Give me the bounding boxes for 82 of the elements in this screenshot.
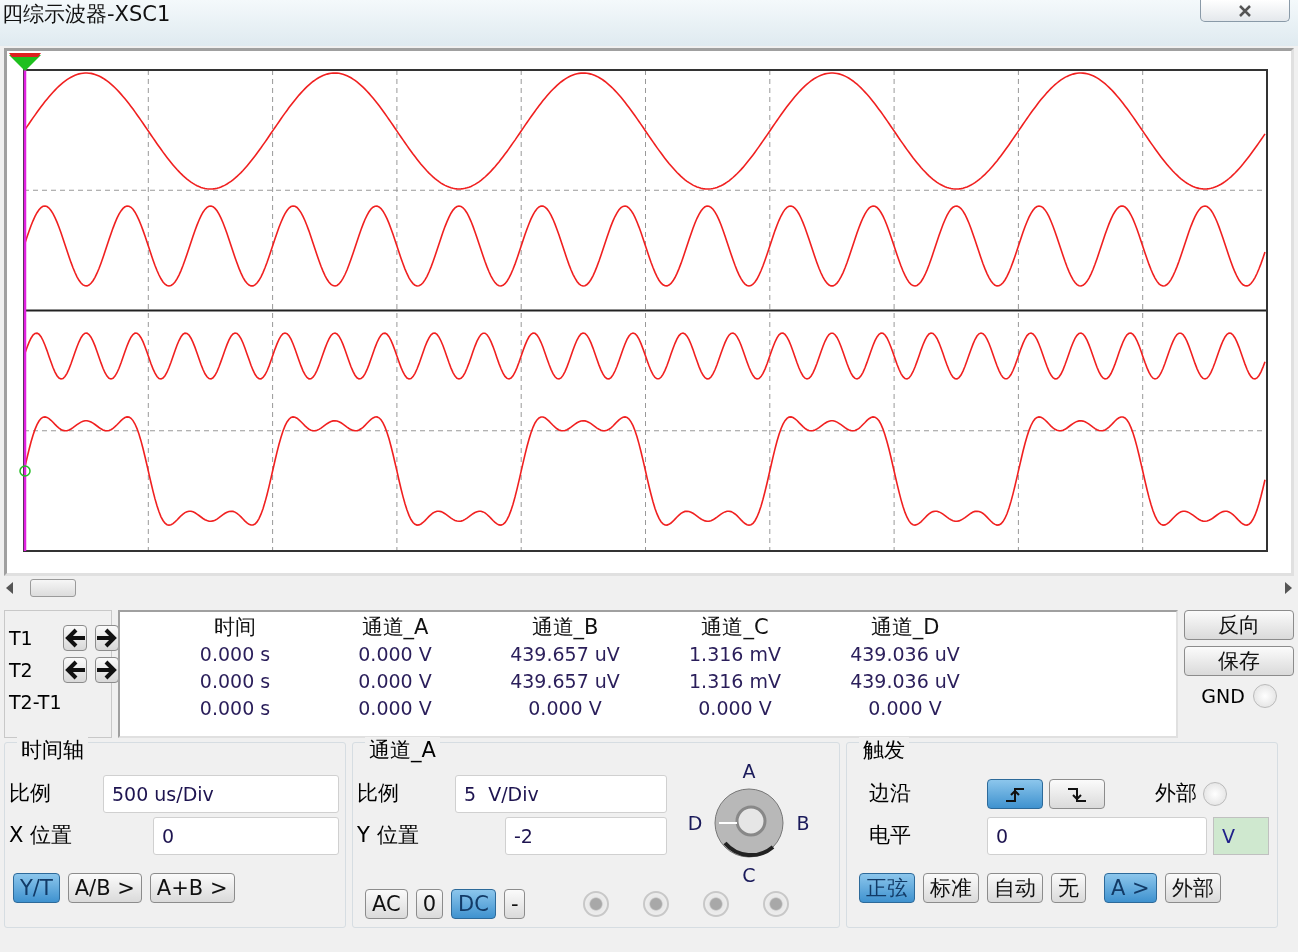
- group-title: 通道_A: [365, 737, 440, 763]
- field-label: 比例: [9, 780, 52, 808]
- channel-selector-knob[interactable]: [713, 787, 785, 859]
- table-cell-text: 0.000 V: [357, 642, 433, 667]
- external-label: 外部: [1155, 780, 1197, 808]
- mode-button[interactable]: 自动: [987, 873, 1043, 903]
- cursor-left-button[interactable]: [62, 657, 87, 683]
- mode-button[interactable]: Y/T: [13, 873, 60, 903]
- column-header: 通道_C: [700, 614, 770, 641]
- scale-field[interactable]: 5 V/Div: [455, 775, 667, 813]
- scroll-right-icon[interactable]: [1284, 581, 1294, 595]
- cursor-label: T2: [9, 657, 33, 683]
- table-cell-text: 439.657 uV: [509, 669, 621, 694]
- arrow-left-icon: [63, 627, 86, 649]
- mode-button[interactable]: 标准: [923, 873, 979, 903]
- mode-button[interactable]: 外部: [1164, 873, 1221, 903]
- table-cell-text: 0.000 V: [357, 696, 433, 721]
- column-header: 通道_A: [360, 614, 430, 641]
- table-cell-text: 0.000 V: [527, 696, 603, 721]
- table-cell-text: 0.000 s: [198, 696, 272, 721]
- gnd-label: GND: [1201, 684, 1245, 709]
- table-cell-text: 0.000 s: [198, 669, 272, 694]
- knob-label: C: [742, 862, 756, 888]
- arrow-left-icon: [63, 659, 86, 681]
- mode-button[interactable]: 无: [1051, 873, 1086, 903]
- falling-edge-button[interactable]: [1049, 779, 1105, 809]
- table-cell-text: 0.000 V: [867, 696, 943, 721]
- table-cell-text: 0.000 V: [357, 669, 433, 694]
- table-cell-text: 1.316 mV: [688, 642, 782, 667]
- arrow-right-icon: [95, 627, 118, 649]
- table-cell-text: 439.036 uV: [849, 669, 961, 694]
- cursor-handle-icon: [9, 53, 41, 71]
- table-cell-text: 439.036 uV: [849, 642, 961, 667]
- knob-label: A: [742, 758, 756, 784]
- trigger-level-marker: [19, 465, 31, 477]
- field-label: Y 位置: [357, 822, 420, 850]
- rising-edge-icon: [1003, 785, 1027, 805]
- mode-button[interactable]: A+B >: [149, 873, 235, 903]
- close-icon: [1238, 4, 1252, 17]
- field-label: 边沿: [868, 780, 912, 808]
- position-field[interactable]: -2: [505, 817, 667, 855]
- cursor-right-button[interactable]: [94, 657, 119, 683]
- field-label: 电平: [868, 822, 912, 850]
- arrow-right-icon: [95, 659, 118, 681]
- column-header: 通道_B: [530, 614, 600, 641]
- scroll-left-icon[interactable]: [4, 581, 14, 595]
- knob-label: B: [796, 810, 810, 836]
- save-button[interactable]: 保存: [1184, 646, 1294, 676]
- scale-field[interactable]: 500 us/Div: [103, 775, 339, 813]
- scrollbar-thumb[interactable]: [30, 579, 76, 597]
- mode-button[interactable]: AC: [365, 889, 408, 919]
- unit-label: V: [1213, 817, 1269, 855]
- column-header: 通道_D: [869, 614, 941, 641]
- mode-button[interactable]: A >: [1104, 873, 1157, 903]
- level-field[interactable]: 0: [987, 817, 1207, 855]
- mode-button[interactable]: -: [503, 889, 526, 919]
- mode-button[interactable]: 0: [415, 889, 444, 919]
- cursor-left-button[interactable]: [62, 625, 87, 651]
- cursor-right-button[interactable]: [94, 625, 119, 651]
- rising-edge-button[interactable]: [987, 779, 1043, 809]
- group-title: 触发: [859, 737, 909, 763]
- position-field[interactable]: 0: [153, 817, 339, 855]
- reverse-button[interactable]: 反向: [1184, 610, 1294, 640]
- cursor-label: T1: [9, 625, 33, 651]
- knob-label: D: [687, 810, 703, 836]
- external-radio[interactable]: [1203, 782, 1227, 806]
- mode-button[interactable]: DC: [451, 889, 496, 919]
- field-label: X 位置: [9, 822, 74, 850]
- window-title: 四综示波器-XSC1: [2, 1, 171, 28]
- table-cell-text: 0.000 V: [697, 696, 773, 721]
- cursor-label: T2-T1: [9, 689, 62, 715]
- table-cell-text: 439.657 uV: [509, 642, 621, 667]
- close-button[interactable]: [1200, 0, 1290, 22]
- falling-edge-icon: [1065, 785, 1089, 805]
- gnd-radio[interactable]: [1252, 684, 1277, 709]
- mode-button[interactable]: A/B >: [67, 873, 142, 903]
- mode-button[interactable]: 正弦: [859, 873, 915, 903]
- table-cell-text: 0.000 s: [198, 642, 272, 667]
- column-header: 时间: [213, 614, 257, 641]
- field-label: 比例: [357, 780, 400, 808]
- group-title: 时间轴: [17, 737, 88, 763]
- table-cell-text: 1.316 mV: [688, 669, 782, 694]
